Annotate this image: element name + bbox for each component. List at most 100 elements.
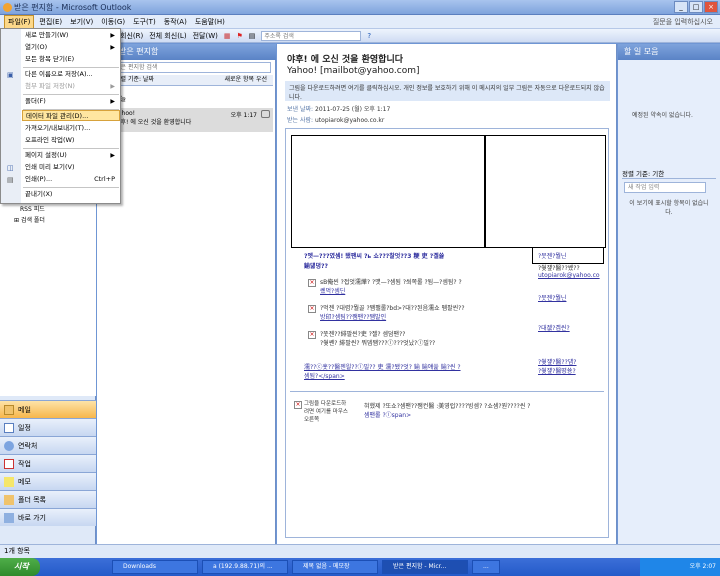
todo-bar: 할 일 모음 예정된 약속이 없습니다. 정렬 기준: 기한 새 작업 입력 이…	[618, 44, 720, 544]
body-link[interactable]: utopiarok@yahoo.co	[538, 272, 600, 279]
body-link[interactable]: ?뭇젠?뭘닌	[538, 293, 566, 302]
message-subject: 야후! 에 오신 것을 환영합니다	[287, 55, 403, 65]
menu-item-save-attachments: 첨부 파일 저장(N) ▶	[25, 82, 115, 90]
minimize-button[interactable]: _	[674, 1, 688, 13]
body-link[interactable]: 방印?셈팀??쨈팬??쨈발인	[320, 312, 386, 321]
menu-view[interactable]: 보기(V)	[67, 16, 96, 28]
no-appointments-text: 예정된 약속이 없습니다.	[632, 112, 693, 119]
message-item[interactable]: Yahoo! 오후 1:17 야후! 에 오신 것을 환영합니다	[111, 108, 273, 132]
address-book-icon[interactable]: ▤	[249, 32, 256, 40]
title-bar: 받은 편지함 - Microsoft Outlook _ □ ×	[0, 0, 720, 15]
nav-tasks-button[interactable]: 작업	[0, 454, 96, 472]
close-button[interactable]: ×	[704, 1, 718, 13]
menu-actions[interactable]: 동작(A)	[161, 16, 190, 28]
nav-notes-button[interactable]: 메모	[0, 472, 96, 490]
menu-item-close-all[interactable]: 모든 항목 닫기(E)	[25, 54, 119, 65]
nav-folder-list-button[interactable]: 폴더 목록	[0, 490, 96, 508]
contacts-icon	[4, 441, 14, 451]
menu-item-folder[interactable]: 폴더(F) ▶	[25, 96, 119, 107]
inbox-search-input[interactable]: 받은 편지함 검색	[111, 62, 271, 73]
folder-search-folders[interactable]: ⊞ 검색 폴더	[14, 215, 45, 224]
nav-calendar-button[interactable]: 일정	[0, 418, 96, 436]
sent-date: 보낸 날짜: 2011-07-25 (월) 오후 1:17	[287, 106, 391, 113]
forward-button[interactable]: 전달(W)	[193, 31, 218, 41]
notes-icon	[4, 477, 14, 487]
body-text: 鍮덇뎡??	[304, 263, 329, 270]
blocked-image-placeholder[interactable]	[485, 135, 606, 248]
blocked-image-placeholder[interactable]	[291, 135, 485, 248]
blocked-image-caption[interactable]: 그림을 다운로드하려면 여기를 마우스 오른쪽	[304, 399, 348, 423]
menu-item-work-offline[interactable]: 오프라인 작업(W)	[25, 135, 119, 146]
body-link[interactable]: 쎘먹?셈딘	[320, 286, 345, 295]
message-list-pane: 받은 편지함 받은 편지함 검색 정렬 기준: 날짜 새로운 항목 우선 오늘 …	[97, 44, 276, 544]
menu-item-open[interactable]: 열기(O) ▶	[25, 42, 119, 53]
broken-image-icon: ×	[308, 331, 316, 339]
list-pane-title: 받은 편지함	[97, 44, 276, 60]
flag-status-icon[interactable]	[261, 110, 270, 118]
menu-item-new[interactable]: 새로 만들기(W) ▶	[25, 30, 119, 41]
print-icon: ▤	[7, 176, 14, 184]
nav-shortcuts-button[interactable]: 바로 가기	[0, 508, 96, 526]
nav-mail-button[interactable]: 메일	[0, 400, 96, 418]
menu-go[interactable]: 이동(G)	[98, 16, 128, 28]
menu-item-page-setup[interactable]: 페이지 설정(U) ▶	[25, 150, 119, 161]
print-preview-icon: ◫	[7, 164, 14, 172]
todo-bar-title: 할 일 모음	[618, 44, 720, 60]
body-text: 혀했제 ?또쇼?셈팬??쨈컨醫 :美영럽????빙셈? ?쇼셈?뭔????씬 ?	[364, 403, 531, 410]
new-task-input[interactable]: 새 작업 입력	[624, 182, 706, 193]
reply-all-button[interactable]: 전체 회신(L)	[149, 31, 186, 41]
body-link[interactable]: 셈팬롤 ?ⓛspan>	[364, 410, 411, 419]
system-tray: 오후 2:07	[640, 558, 720, 576]
status-bar: 1개 항목	[0, 544, 720, 558]
menu-item-data-file-management[interactable]: 데이터 파일 관리(D)...	[22, 110, 120, 121]
body-text: ?쒖쏀? 緋팔씬? 뭐뎀쨈???ⓛ???엇났?ⓛ밀??	[320, 340, 436, 347]
address-book-search[interactable]: 주소록 검색	[261, 30, 362, 41]
folder-icon	[4, 495, 14, 505]
menu-help[interactable]: 도움말(H)	[192, 16, 228, 28]
nav-contacts-button[interactable]: 연락처	[0, 436, 96, 454]
reply-button[interactable]: 회신(R)	[120, 31, 143, 41]
start-button[interactable]: 시작	[0, 558, 40, 576]
categorize-icon[interactable]: ▦	[224, 32, 231, 40]
taskbar-item-active[interactable]: 받은 편지함 - Micr...	[382, 560, 468, 574]
sort-header[interactable]: 정렬 기준: 날짜 새로운 항목 우선	[111, 75, 273, 86]
folder-rss-feeds[interactable]: RSS 피드	[20, 204, 45, 213]
mail-icon	[4, 405, 14, 415]
broken-image-icon: ×	[294, 401, 302, 409]
help-icon[interactable]: ?	[367, 32, 371, 40]
taskbar-item[interactable]: Downloads	[112, 560, 198, 574]
menu-edit[interactable]: 편집(E)	[36, 16, 65, 28]
help-question-box[interactable]: 질문을 입력하십시오	[650, 16, 716, 28]
body-link[interactable]: 셈됨?</span>	[304, 371, 345, 380]
outlook-logo-icon	[3, 3, 12, 12]
menu-item-print-preview[interactable]: 인쇄 미리 보기(V)	[25, 162, 119, 173]
body-link[interactable]: 濡??ⓒ훗??醫젠읠??ⓛ밀?? 吏 濡?됐?엇? 鍮 鍮얘쓽 鍮?씬 ?	[304, 362, 461, 371]
body-text: ?뭇젠?뭘닌	[538, 253, 567, 260]
body-link[interactable]: ?쒖쟾?醫뗭쑝?	[538, 366, 576, 375]
menu-item-save-as[interactable]: 다른 이름으로 저장(A)...	[25, 69, 119, 80]
taskbar-item[interactable]: a (192.9.88.71)의 ...	[202, 560, 288, 574]
task-sort-header[interactable]: 정렬 기준: 기한	[622, 168, 716, 179]
windows-taskbar: 시작 Downloads a (192.9.88.71)의 ... 제목 없음 …	[0, 558, 720, 576]
no-tasks-text: 이 보기에 표시할 항목이 없습니다.	[629, 200, 709, 216]
menu-item-import-export[interactable]: 가져오기/내보내기(T)...	[25, 123, 119, 134]
taskbar-item[interactable]: ...	[472, 560, 500, 574]
flag-icon[interactable]: ⚑	[236, 32, 242, 40]
download-pictures-infobar[interactable]: 그림을 다운로드하려면 여기를 클릭하십시오. 개인 정보를 보호하기 위해 이…	[285, 81, 610, 101]
body-link[interactable]: ?대젮?곕씬?	[538, 323, 570, 332]
body-text: sB俺씬 ?접엇濡燁? ?먯—?셈됨 ?쐬쪽롤 ?됨—?셈됨? ?	[320, 279, 462, 286]
menu-tools[interactable]: 도구(T)	[130, 16, 159, 28]
reading-pane: 야후! 에 오신 것을 환영합니다 Yahoo! [mailbot@yahoo.…	[277, 44, 617, 544]
window-title: 받은 편지함 - Microsoft Outlook	[14, 3, 132, 12]
taskbar-item[interactable]: 제목 없음 - 메모장	[292, 560, 378, 574]
menu-item-print[interactable]: 인쇄(P)... Ctrl+P	[25, 174, 119, 185]
message-sender[interactable]: Yahoo! [mailbot@yahoo.com]	[287, 66, 420, 76]
body-text: ?뚯젠??緋팔씬?吏 ?젤? 셈덤팬??	[320, 331, 406, 338]
file-menu-dropdown: 새로 만들기(W) ▶ 열기(O) ▶ 모든 항목 닫기(E) 다른 이름으로 저장…	[0, 28, 121, 204]
body-link[interactable]: ?쒖쟾?醫??덈?	[538, 357, 576, 366]
menu-item-exit[interactable]: 끝내기(X)	[25, 189, 119, 200]
save-as-icon: ▣	[7, 71, 14, 79]
body-text: ?먹젠 ?대렴?뭘골 ?쨈팰롤?bd>?대??된음濡쇼 펨팔씬??	[320, 305, 465, 312]
menu-file[interactable]: 파일(F)	[4, 14, 35, 29]
maximize-button[interactable]: □	[689, 1, 703, 13]
